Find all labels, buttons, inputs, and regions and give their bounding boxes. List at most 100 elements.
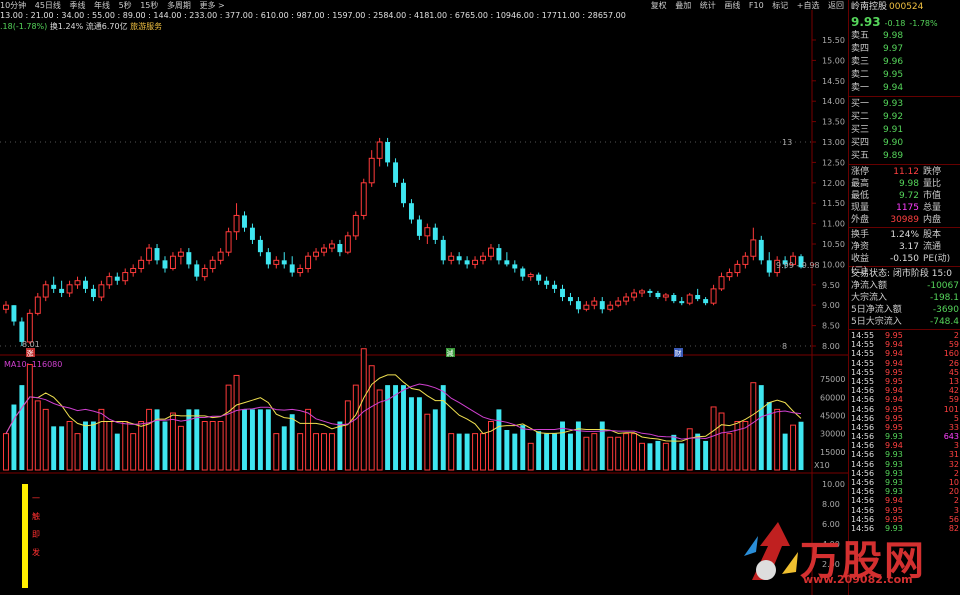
volume-bar — [154, 409, 160, 470]
low-annotation: 8 — [782, 342, 787, 351]
volume-bar — [11, 404, 17, 470]
tick-volume: 2 — [953, 468, 959, 478]
candle-body — [194, 264, 200, 277]
bid-level-price: 9.91 — [883, 125, 904, 135]
candle-body — [106, 276, 113, 286]
candle-body — [726, 272, 733, 278]
price-axis-label: 11.00 — [822, 220, 845, 229]
tick-row: 14:56 9.94 2 — [849, 496, 960, 505]
candle-body — [512, 264, 518, 269]
candle-body — [456, 256, 462, 261]
tick-row: 14:56 9.93 20 — [849, 487, 960, 496]
bid-level-price: 9.90 — [883, 138, 904, 148]
tick-list[interactable]: 14:55 9.95 2 14:55 9.94 59 14:55 9.94 160 14:55 9.… — [849, 331, 960, 533]
candle-body — [66, 284, 73, 294]
event-mark-label: 涨 — [27, 349, 34, 358]
candle-body — [26, 312, 33, 343]
tick-price: 9.94 — [885, 496, 903, 506]
stat-value: 11.12 — [893, 167, 919, 177]
volume-bar — [480, 433, 486, 471]
price-axis-label: 14.50 — [822, 77, 845, 86]
price-axis-label: 11.50 — [822, 199, 845, 208]
candle-body — [440, 239, 446, 261]
candle-body — [615, 300, 622, 306]
tick-row: 14:55 9.94 160 — [849, 349, 960, 358]
candle-body — [671, 295, 677, 302]
tick-price: 9.94 — [885, 358, 903, 368]
volume-bar — [631, 433, 638, 471]
candle-body — [718, 276, 725, 290]
price-axis-label: 14.00 — [822, 97, 845, 106]
volume-bar — [257, 409, 263, 470]
volume-bar — [177, 425, 184, 471]
flow-value: -198.1 — [929, 293, 959, 303]
kline-chart[interactable]: 15.50 15.00 14.50 14.00 13.50 13.00 12.50 12.00… — [0, 0, 848, 595]
volume-bar — [385, 385, 391, 470]
candle-body — [686, 294, 693, 304]
stat-label: 最低 — [851, 191, 870, 201]
candle-body — [408, 203, 414, 220]
candle-body — [695, 295, 701, 300]
candle-body — [122, 272, 129, 282]
indicator-axis-label: 8.00 — [822, 500, 840, 509]
flow-label: 净流入额 — [851, 281, 888, 291]
tick-row: 14:56 9.93 31 — [849, 450, 960, 459]
candle-body — [544, 280, 550, 285]
ask-level-label: 卖四 — [851, 44, 870, 54]
ask-book: 卖五 9.98 卖四 9.97 卖三 9.96 卖二 9.95 卖一 9.94 — [849, 30, 960, 95]
tick-row: 14:56 9.93 643 — [849, 432, 960, 441]
candle-body — [742, 255, 749, 265]
volume-bar — [726, 433, 733, 471]
tick-time: 14:56 — [851, 487, 875, 497]
tick-time: 14:55 — [851, 349, 875, 359]
tick-row: 14:55 9.95 2 — [849, 331, 960, 340]
price-axis-label: 9.50 — [822, 281, 840, 290]
volume-bar — [98, 408, 105, 471]
ask-level-price: 9.96 — [883, 57, 904, 67]
ask-level-price: 9.94 — [883, 83, 904, 93]
tick-row: 14:56 9.95 3 — [849, 506, 960, 515]
candle-body — [703, 299, 709, 304]
tick-price: 9.95 — [885, 413, 903, 423]
volume-bar — [122, 421, 129, 471]
indicator-axis-label: 10.00 — [822, 480, 845, 489]
flow-row: 净流入额 -10067 — [849, 280, 960, 292]
candle-body — [710, 288, 717, 304]
candle-body — [257, 239, 263, 253]
high-annotation: 13 — [782, 138, 792, 147]
flow-value: -3690 — [932, 305, 959, 315]
tick-price: 9.93 — [885, 478, 903, 487]
tick-row: 14:55 9.94 26 — [849, 359, 960, 368]
tick-price: 9.95 — [885, 422, 903, 432]
candle-body — [416, 219, 422, 236]
tick-volume: 643 — [943, 432, 959, 442]
candle-body — [432, 227, 438, 240]
candle-body — [328, 243, 335, 249]
candle-body — [352, 214, 359, 237]
volume-bar — [583, 436, 590, 471]
volume-bar — [83, 421, 88, 470]
stat-label-2: 量比 — [923, 179, 942, 189]
bid-level-label: 买五 — [851, 151, 870, 161]
volume-bar — [130, 433, 137, 471]
volume-bar — [225, 384, 232, 471]
volume-bar — [344, 400, 351, 471]
stat-value: -0.150 — [889, 254, 919, 264]
stat-label-2: 总量 — [923, 203, 942, 213]
volume-bar — [297, 433, 304, 471]
volume-bar — [464, 433, 470, 470]
tick-price: 9.93 — [885, 487, 903, 497]
tick-volume: 33 — [948, 422, 959, 432]
candle-body — [623, 296, 630, 302]
candle-body — [249, 227, 255, 240]
stat-label-2: 市值 — [923, 191, 942, 201]
trade-status: 交易状态: 闭市阶段 15:0 — [851, 269, 952, 279]
tick-price: 9.93 — [885, 459, 903, 469]
tick-row: 14:56 9.93 2 — [849, 469, 960, 478]
candle-body — [3, 304, 9, 310]
capital-flow-block: 净流入额 -10067 大宗流入 -198.1 5日净流入额 -3690 5日大宗流入 -74… — [849, 280, 960, 328]
tick-price: 9.94 — [885, 340, 903, 350]
volume-bar — [496, 409, 502, 470]
bid-level-label: 买三 — [851, 125, 870, 135]
tick-time: 14:56 — [851, 395, 875, 405]
